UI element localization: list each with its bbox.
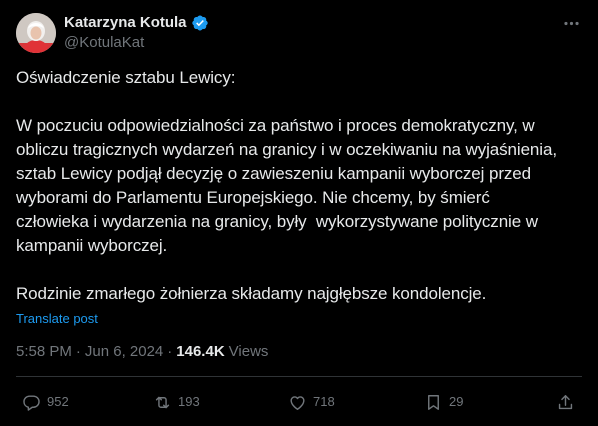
verified-badge-icon bbox=[191, 14, 209, 32]
bookmark-button[interactable]: 29 bbox=[424, 389, 463, 415]
repost-count: 193 bbox=[178, 394, 200, 409]
reply-count: 952 bbox=[47, 394, 69, 409]
avatar[interactable] bbox=[16, 13, 56, 53]
bookmark-icon bbox=[428, 394, 439, 410]
share-icon bbox=[558, 394, 573, 409]
repost-icon bbox=[155, 396, 170, 408]
divider bbox=[16, 376, 582, 377]
tweet-actions-bar: 952 193 718 29 bbox=[16, 389, 582, 415]
like-count: 718 bbox=[313, 394, 335, 409]
like-button[interactable]: 718 bbox=[288, 389, 335, 415]
tweet-time[interactable]: 5:58 PM bbox=[16, 342, 72, 362]
more-options-button[interactable] bbox=[560, 12, 582, 34]
heart-icon bbox=[290, 395, 305, 410]
author-name[interactable]: Katarzyna Kotula bbox=[64, 13, 209, 33]
meta-separator: · bbox=[167, 343, 173, 360]
avatar-image bbox=[16, 13, 56, 53]
share-button[interactable] bbox=[556, 389, 575, 415]
repost-button[interactable]: 193 bbox=[153, 389, 200, 415]
tweet-meta: 5:58 PM · Jun 6, 2024 · 146.4K Views bbox=[16, 342, 268, 362]
author-name-text[interactable]: Katarzyna Kotula bbox=[64, 13, 187, 33]
views-count[interactable]: 146.4K bbox=[176, 342, 224, 362]
views-label[interactable]: Views bbox=[229, 342, 269, 362]
meta-separator: · bbox=[75, 343, 81, 360]
bookmark-count: 29 bbox=[449, 394, 464, 409]
tweet-text: Oświadczenie sztabu Lewicy: W poczuciu o… bbox=[16, 68, 557, 303]
tweet-date[interactable]: Jun 6, 2024 bbox=[85, 342, 163, 362]
reply-button[interactable]: 952 bbox=[22, 389, 69, 415]
tweet-card: Katarzyna Kotula @KotulaKat Oświadczenie… bbox=[0, 0, 598, 426]
author-handle[interactable]: @KotulaKat bbox=[64, 33, 144, 53]
translate-post-link[interactable]: Translate post bbox=[16, 311, 98, 327]
more-dots-icon bbox=[563, 21, 579, 25]
reply-icon bbox=[23, 394, 40, 411]
